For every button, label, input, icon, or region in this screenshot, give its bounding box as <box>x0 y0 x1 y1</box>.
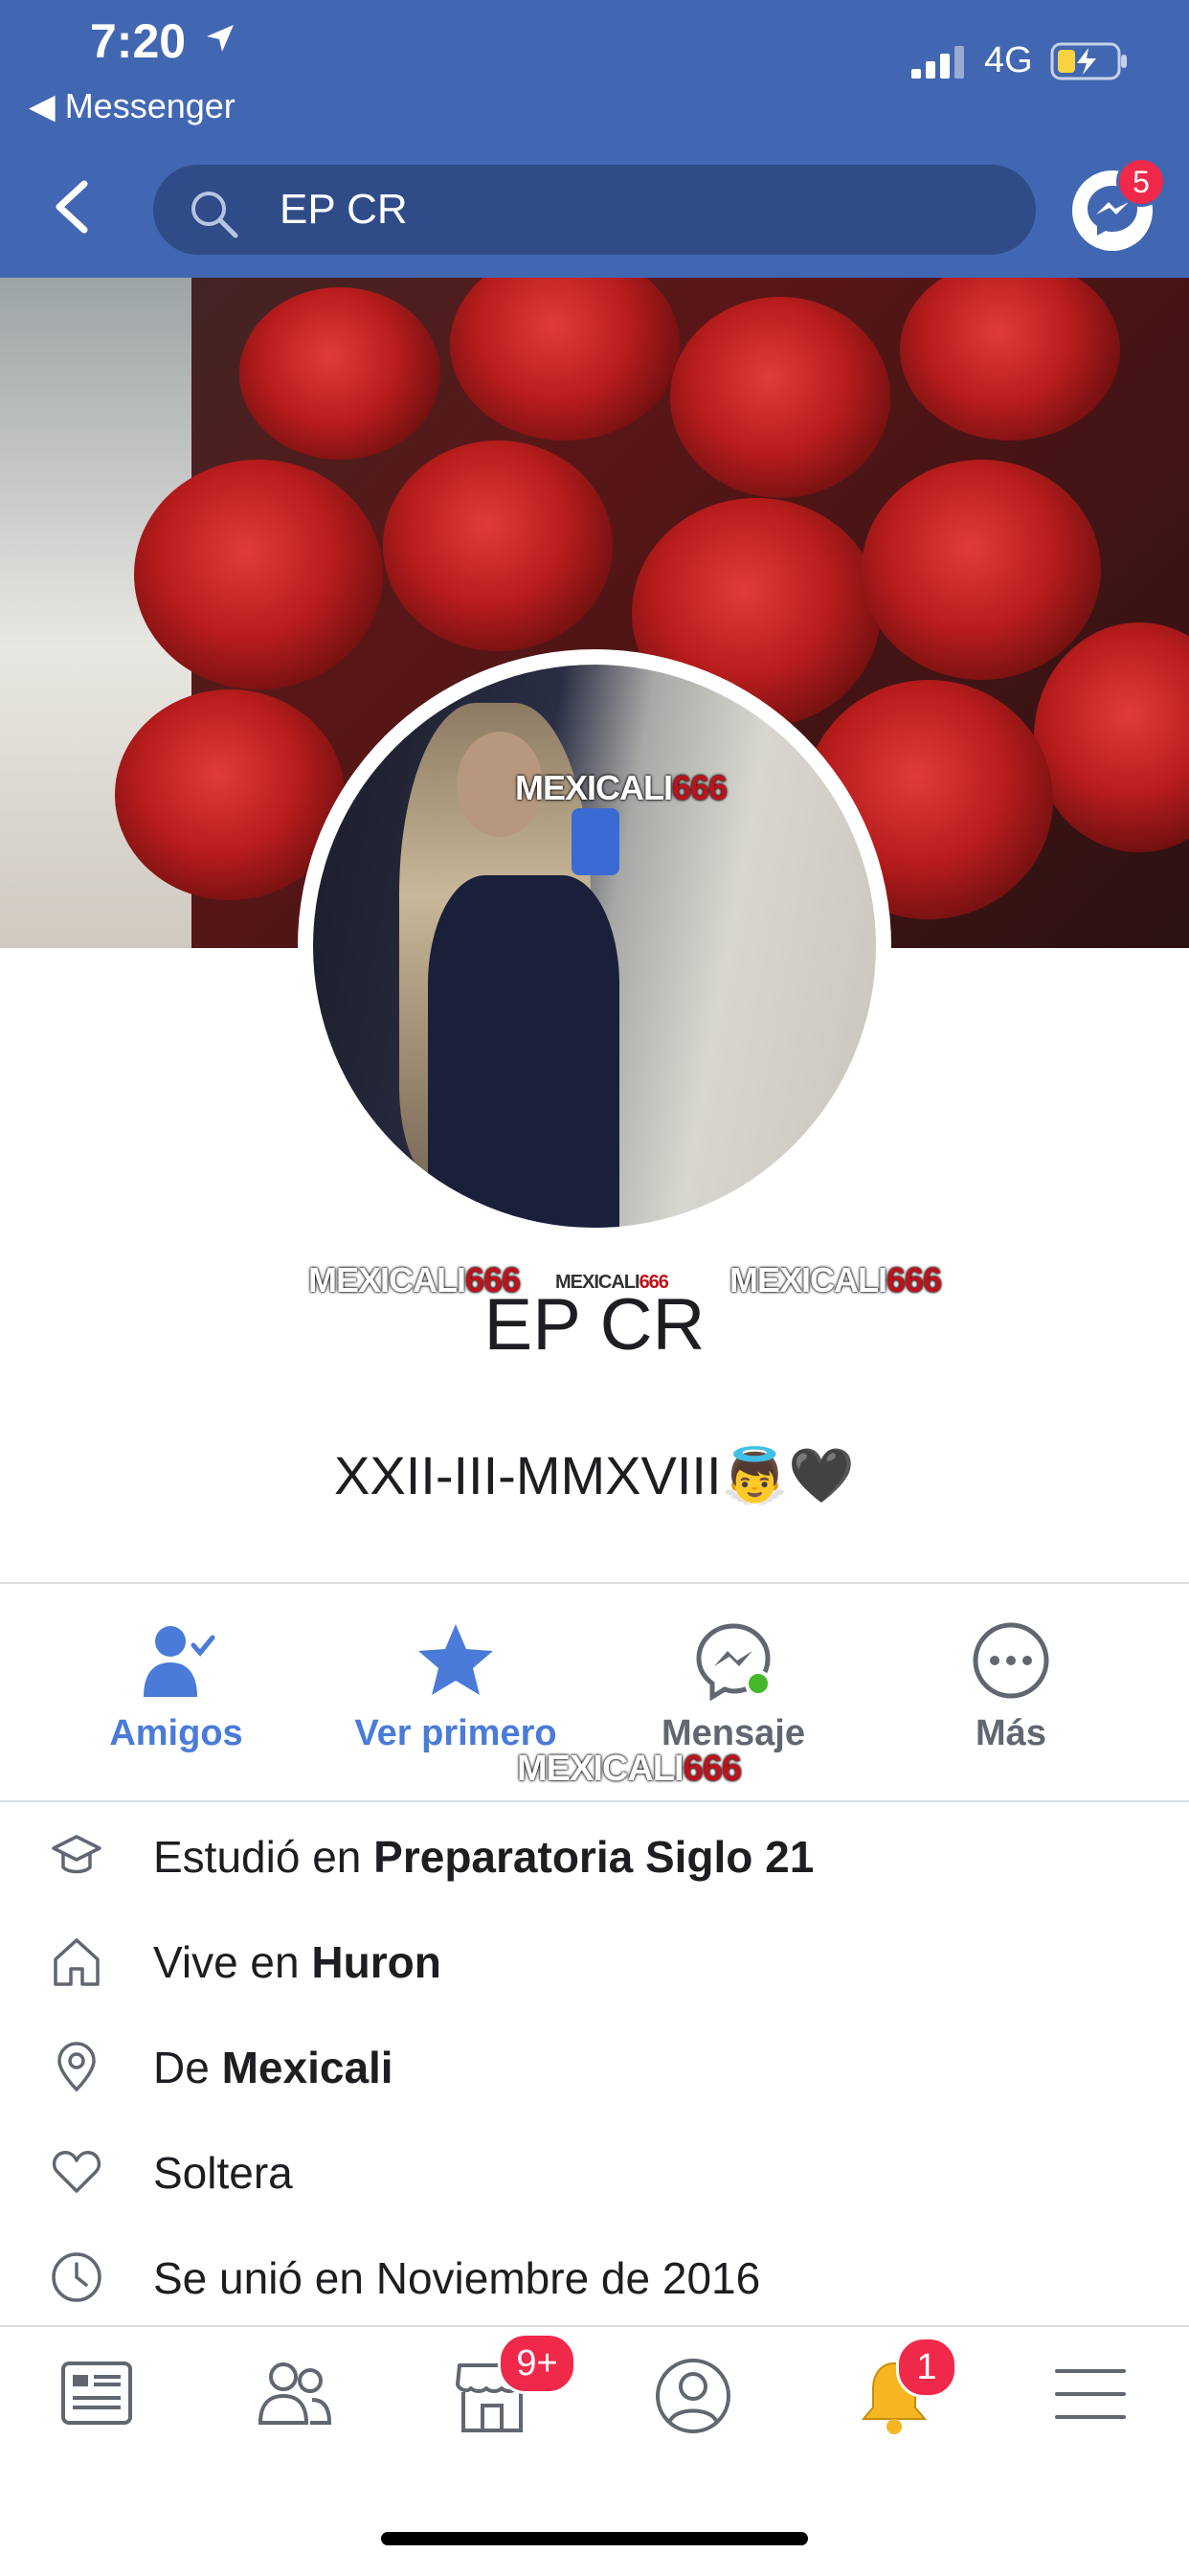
intro-current-city[interactable]: Vive en Huron <box>0 1908 1189 2013</box>
intro-relationship[interactable]: Soltera <box>0 2118 1189 2224</box>
watermark-logo: MEXICALI666 <box>517 1749 742 1789</box>
profile-icon[interactable] <box>653 2356 733 2436</box>
notifications-badge: 1 <box>896 2337 957 2398</box>
watermark-logo: MEXICALI666 <box>515 768 728 807</box>
divider <box>0 1582 1189 1584</box>
location-arrow-icon <box>207 25 234 52</box>
friends-label: Amigos <box>109 1713 243 1753</box>
battery-charging-icon <box>1050 42 1127 80</box>
friends-button[interactable]: Amigos <box>61 1620 291 1754</box>
star-icon <box>418 1624 493 1695</box>
news-feed-icon[interactable] <box>59 2356 134 2430</box>
clock-icon <box>52 2252 101 2302</box>
back-app-label: Messenger <box>64 86 236 125</box>
network-type: 4G <box>984 40 1033 80</box>
joined-date: Se unió en Noviembre de 2016 <box>153 2253 761 2303</box>
more-label: Más <box>976 1713 1046 1753</box>
heart-icon <box>52 2151 101 2193</box>
messenger-icon <box>696 1623 772 1702</box>
home-icon <box>54 1938 100 1986</box>
intro-education[interactable]: Estudió en Preparatoria Siglo 21 <box>0 1802 1189 1908</box>
home-indicator[interactable] <box>381 2532 808 2545</box>
relationship-status: Soltera <box>153 2148 293 2198</box>
school-name: Preparatoria Siglo 21 <box>373 1832 815 1882</box>
more-button[interactable]: Más <box>896 1620 1126 1754</box>
intro-hometown[interactable]: De Mexicali <box>0 2013 1189 2118</box>
search-input[interactable]: EP CR <box>280 186 408 234</box>
search-icon <box>191 192 238 238</box>
menu-icon[interactable] <box>1053 2356 1128 2430</box>
profile-bio: XXII-III-MMXVIII👼🖤 <box>334 1445 855 1505</box>
status-time: 7:20 <box>90 14 187 68</box>
signal-strength-icon <box>911 46 964 79</box>
friends-icon[interactable] <box>255 2356 335 2430</box>
location-pin-icon <box>57 2042 96 2092</box>
messenger-badge: 5 <box>1116 157 1166 207</box>
graduation-cap-icon <box>52 1835 101 1874</box>
friends-check-icon <box>144 1626 215 1697</box>
hometown: Mexicali <box>221 2043 393 2092</box>
back-arrow-icon[interactable] <box>50 178 92 236</box>
marketplace-badge: 9+ <box>498 2333 576 2394</box>
see-first-button[interactable]: Ver primero <box>341 1620 571 1754</box>
back-to-app-link[interactable]: ◀ Messenger <box>29 86 236 126</box>
more-icon <box>973 1622 1049 1699</box>
current-city: Huron <box>311 1937 441 1987</box>
profile-picture[interactable] <box>313 665 876 1228</box>
intro-joined[interactable]: Se unió en Noviembre de 2016 <box>0 2224 1189 2329</box>
profile-name: EP CR <box>483 1284 706 1366</box>
message-button[interactable]: Mensaje <box>618 1620 848 1754</box>
